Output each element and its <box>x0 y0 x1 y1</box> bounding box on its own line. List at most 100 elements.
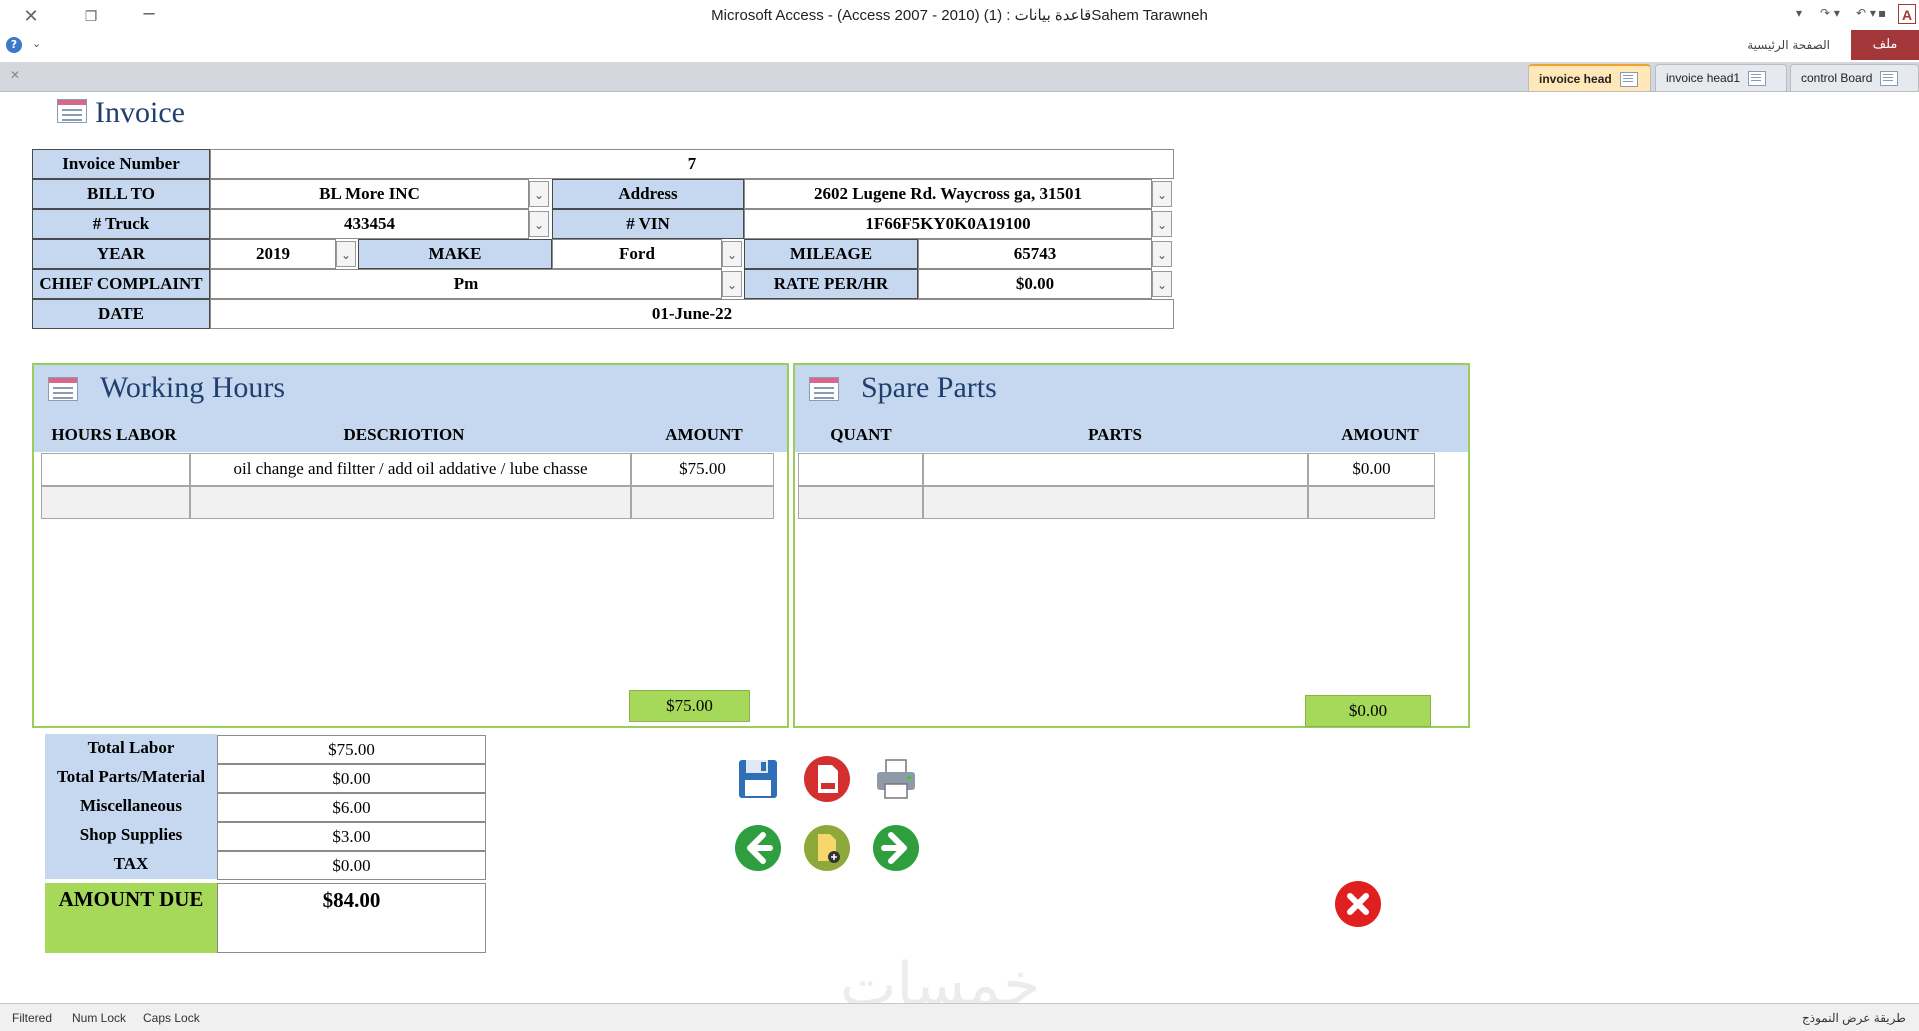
miscellaneous-label: Miscellaneous <box>45 792 217 821</box>
chevron-down-icon[interactable]: ⌄ <box>1152 181 1172 207</box>
vin-combo[interactable]: 1F66F5KY0K0A19100 <box>744 209 1152 239</box>
date-label: DATE <box>32 299 210 329</box>
spare-parts-subform: Spare Parts QUANT PARTS AMOUNT $0.00 $0.… <box>793 363 1470 728</box>
tab-label: control Board <box>1801 71 1873 85</box>
truck-label: # Truck <box>32 209 210 239</box>
description-cell[interactable]: oil change and filtter / add oil addativ… <box>190 453 631 486</box>
amount-cell[interactable]: $75.00 <box>631 453 774 486</box>
shop-supplies-field[interactable]: $3.00 <box>217 822 486 851</box>
status-caps-lock: Caps Lock <box>143 1011 200 1025</box>
working-hours-subform: Working Hours HOURS LABOR DESCRIOTION AM… <box>32 363 789 728</box>
status-filtered: Filtered <box>12 1011 53 1025</box>
new-record-icon[interactable] <box>802 823 852 873</box>
arrow-left-icon[interactable] <box>733 823 783 873</box>
tab-invoice-head[interactable]: invoice head <box>1528 64 1651 91</box>
title-bar: ✕ ❐ ─ Microsoft Access - (Access 2007 - … <box>0 0 1919 34</box>
chevron-down-icon[interactable]: ⌄ <box>1152 241 1172 267</box>
redo-icon[interactable]: ↷ ▾ <box>1820 6 1840 20</box>
form-icon <box>48 377 78 401</box>
new-record-quant-cell[interactable] <box>798 486 923 519</box>
chevron-down-icon[interactable]: ⌄ <box>722 271 742 297</box>
chevron-down-icon[interactable]: ⌄ <box>529 181 549 207</box>
chief-complaint-label: CHIEF COMPLAINT <box>32 269 210 299</box>
total-labor-label: Total Labor <box>45 734 217 763</box>
date-field[interactable]: 01-June-22 <box>210 299 1174 329</box>
chief-complaint-combo[interactable]: Pm <box>210 269 722 299</box>
column-header-amount: AMOUNT <box>665 425 743 444</box>
truck-combo[interactable]: 433454 <box>210 209 529 239</box>
status-num-lock: Num Lock <box>72 1011 127 1025</box>
tab-file[interactable]: ملف <box>1851 30 1919 60</box>
tab-home[interactable]: الصفحة الرئيسية <box>1700 38 1830 58</box>
tab-label: invoice head <box>1539 72 1612 86</box>
new-record-hours-cell[interactable] <box>41 486 190 519</box>
spare-parts-title: Spare Parts <box>861 371 997 404</box>
tax-field[interactable]: $0.00 <box>217 851 486 880</box>
help-icon[interactable]: ? <box>6 37 22 53</box>
chevron-down-icon[interactable]: ⌄ <box>1152 271 1172 297</box>
tax-label: TAX <box>45 850 217 879</box>
total-labor-field[interactable]: $75.00 <box>217 735 486 764</box>
customize-toolbar-icon[interactable]: ▾ <box>1796 6 1802 20</box>
arrow-right-icon[interactable] <box>871 823 921 873</box>
chevron-down-icon[interactable]: ⌄ <box>336 241 356 267</box>
total-parts-field[interactable]: $0.00 <box>217 764 486 793</box>
printer-icon[interactable] <box>871 754 921 804</box>
status-view-mode: طريقة عرض النموذج <box>1802 1011 1906 1025</box>
form-icon <box>1748 71 1767 87</box>
amount-due-field[interactable]: $84.00 <box>217 883 486 953</box>
save-icon[interactable] <box>733 754 783 804</box>
working-hours-total: $75.00 <box>629 690 750 722</box>
column-header-quant: QUANT <box>830 425 892 444</box>
invoice-number-label: Invoice Number <box>32 149 210 179</box>
parts-cell[interactable] <box>923 453 1308 486</box>
tab-label: invoice head1 <box>1666 71 1741 85</box>
column-header-parts: PARTS <box>1088 425 1142 444</box>
quant-cell[interactable] <box>798 453 923 486</box>
window-title: Microsoft Access - (Access 2007 - 2010) … <box>711 7 1208 24</box>
bill-to-combo[interactable]: BL More INC <box>210 179 529 209</box>
form-icon <box>1880 71 1899 87</box>
year-label: YEAR <box>32 239 210 269</box>
spare-parts-total: $0.00 <box>1305 695 1431 727</box>
mileage-combo[interactable]: 65743 <box>918 239 1152 269</box>
chevron-down-icon[interactable]: ⌄ <box>1152 211 1172 237</box>
status-bar: Filtered Num Lock Caps Lock طريقة عرض ال… <box>0 1003 1919 1031</box>
chevron-down-icon[interactable]: ⌄ <box>722 241 742 267</box>
column-header-description: DESCRIOTION <box>343 425 465 444</box>
tab-control-board[interactable]: control Board <box>1790 64 1919 91</box>
mileage-label: MILEAGE <box>744 239 918 269</box>
form-title: Invoice <box>95 96 185 129</box>
total-parts-label: Total Parts/Material <box>45 763 217 792</box>
tab-invoice-head1[interactable]: invoice head1 <box>1655 64 1787 91</box>
save-qat-icon[interactable]: ▪ <box>1878 6 1886 20</box>
address-combo[interactable]: 2602 Lugene Rd. Waycross ga, 31501 <box>744 179 1152 209</box>
hours-cell[interactable] <box>41 453 190 486</box>
rate-per-hr-combo[interactable]: $0.00 <box>918 269 1152 299</box>
form-icon <box>1619 72 1638 88</box>
minimize-ribbon-icon[interactable]: ⌄ <box>32 37 41 50</box>
make-combo[interactable]: Ford <box>552 239 722 269</box>
close-form-icon[interactable] <box>1333 879 1383 929</box>
close-document-icon[interactable]: ✕ <box>10 68 20 82</box>
amount-cell[interactable]: $0.00 <box>1308 453 1435 486</box>
vin-label: # VIN <box>552 209 744 239</box>
new-record-amount-cell[interactable] <box>1308 486 1435 519</box>
column-header-amount: AMOUNT <box>1341 425 1419 444</box>
amount-due-label: AMOUNT DUE <box>45 883 217 953</box>
bill-to-label: BILL TO <box>32 179 210 209</box>
new-record-parts-cell[interactable] <box>923 486 1308 519</box>
chevron-down-icon[interactable]: ⌄ <box>529 211 549 237</box>
rate-per-hr-label: RATE PER/HR <box>744 269 918 299</box>
invoice-number-field[interactable]: 7 <box>210 149 1174 179</box>
form-icon <box>809 377 839 401</box>
new-record-amount-cell[interactable] <box>631 486 774 519</box>
undo-icon[interactable]: ↶ ▾ <box>1856 6 1876 20</box>
pdf-icon[interactable] <box>802 754 852 804</box>
year-combo[interactable]: 2019 <box>210 239 336 269</box>
new-record-description-cell[interactable] <box>190 486 631 519</box>
form-icon <box>57 99 87 123</box>
access-logo-icon: A <box>1898 4 1916 24</box>
address-label: Address <box>552 179 744 209</box>
miscellaneous-field[interactable]: $6.00 <box>217 793 486 822</box>
